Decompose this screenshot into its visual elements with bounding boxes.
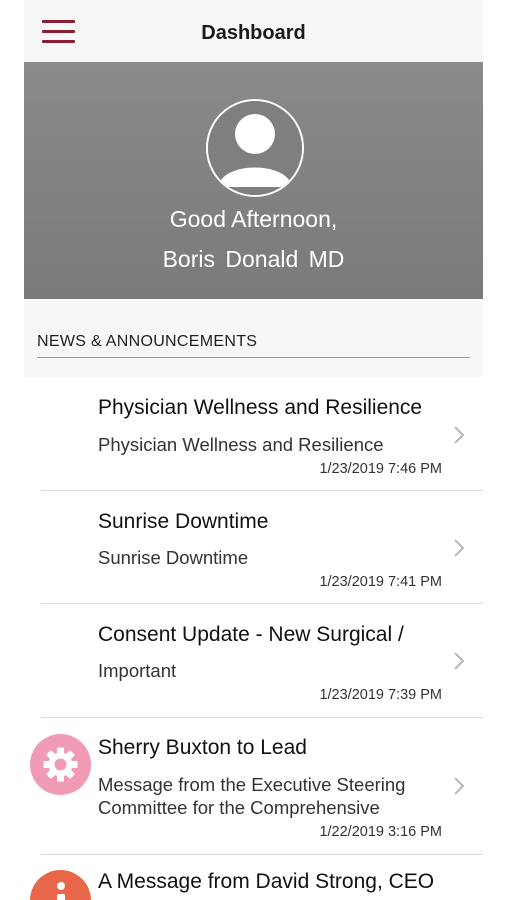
chevron-right-icon [454,652,465,670]
news-item-title: Consent Update - New Surgical / [98,623,404,646]
info-icon [30,870,91,900]
top-nav-bar: Dashboard [24,0,483,62]
news-item[interactable]: Sherry Buxton to Lead Message from the E… [24,718,483,855]
profile-banner: Good Afternoon, Boris Donald MD [24,62,483,299]
news-item-title: Physician Wellness and Resilience [98,396,423,419]
news-item-subtitle: Sunrise Downtime [98,547,249,568]
news-item-title: A Message from David Strong, CEO [98,870,435,893]
news-item-subtitle: Important [98,660,177,681]
user-avatar-icon[interactable] [206,99,304,197]
greeting-text: Good Afternoon, [169,206,338,232]
news-item-date: 1/22/2019 3:16 PM [319,824,442,840]
page-title: Dashboard [201,22,306,44]
news-item-date: 1/23/2019 7:39 PM [319,687,442,703]
news-item-subtitle: Message from the Executive Steering Comm… [98,774,406,818]
news-item[interactable]: Sunrise Downtime Sunrise Downtime 1/23/2… [24,491,483,604]
news-item[interactable]: Physician Wellness and Resilience Physic… [24,377,483,491]
section-divider [37,357,470,358]
news-item-subtitle: Physician Wellness and Resilience [98,434,384,455]
app-screen: Dashboard Good Afternoon, Boris Donald M… [24,0,483,900]
news-item-title: Sunrise Downtime [98,510,269,533]
chevron-right-icon [454,777,465,795]
gear-icon [30,734,91,795]
news-item-title: Sherry Buxton to Lead [98,736,307,759]
news-item-date: 1/23/2019 7:46 PM [319,461,442,477]
news-item[interactable]: A Message from David Strong, CEO [24,855,483,900]
news-item-date: 1/23/2019 7:41 PM [319,574,442,590]
news-section-header: NEWS & ANNOUNCEMENTS [24,299,483,377]
news-item[interactable]: Consent Update - New Surgical / Importan… [24,604,483,718]
chevron-right-icon [454,426,465,444]
chevron-right-icon [454,539,465,557]
section-title: NEWS & ANNOUNCEMENTS [37,333,258,350]
user-name: Boris Donald MD [162,246,345,272]
